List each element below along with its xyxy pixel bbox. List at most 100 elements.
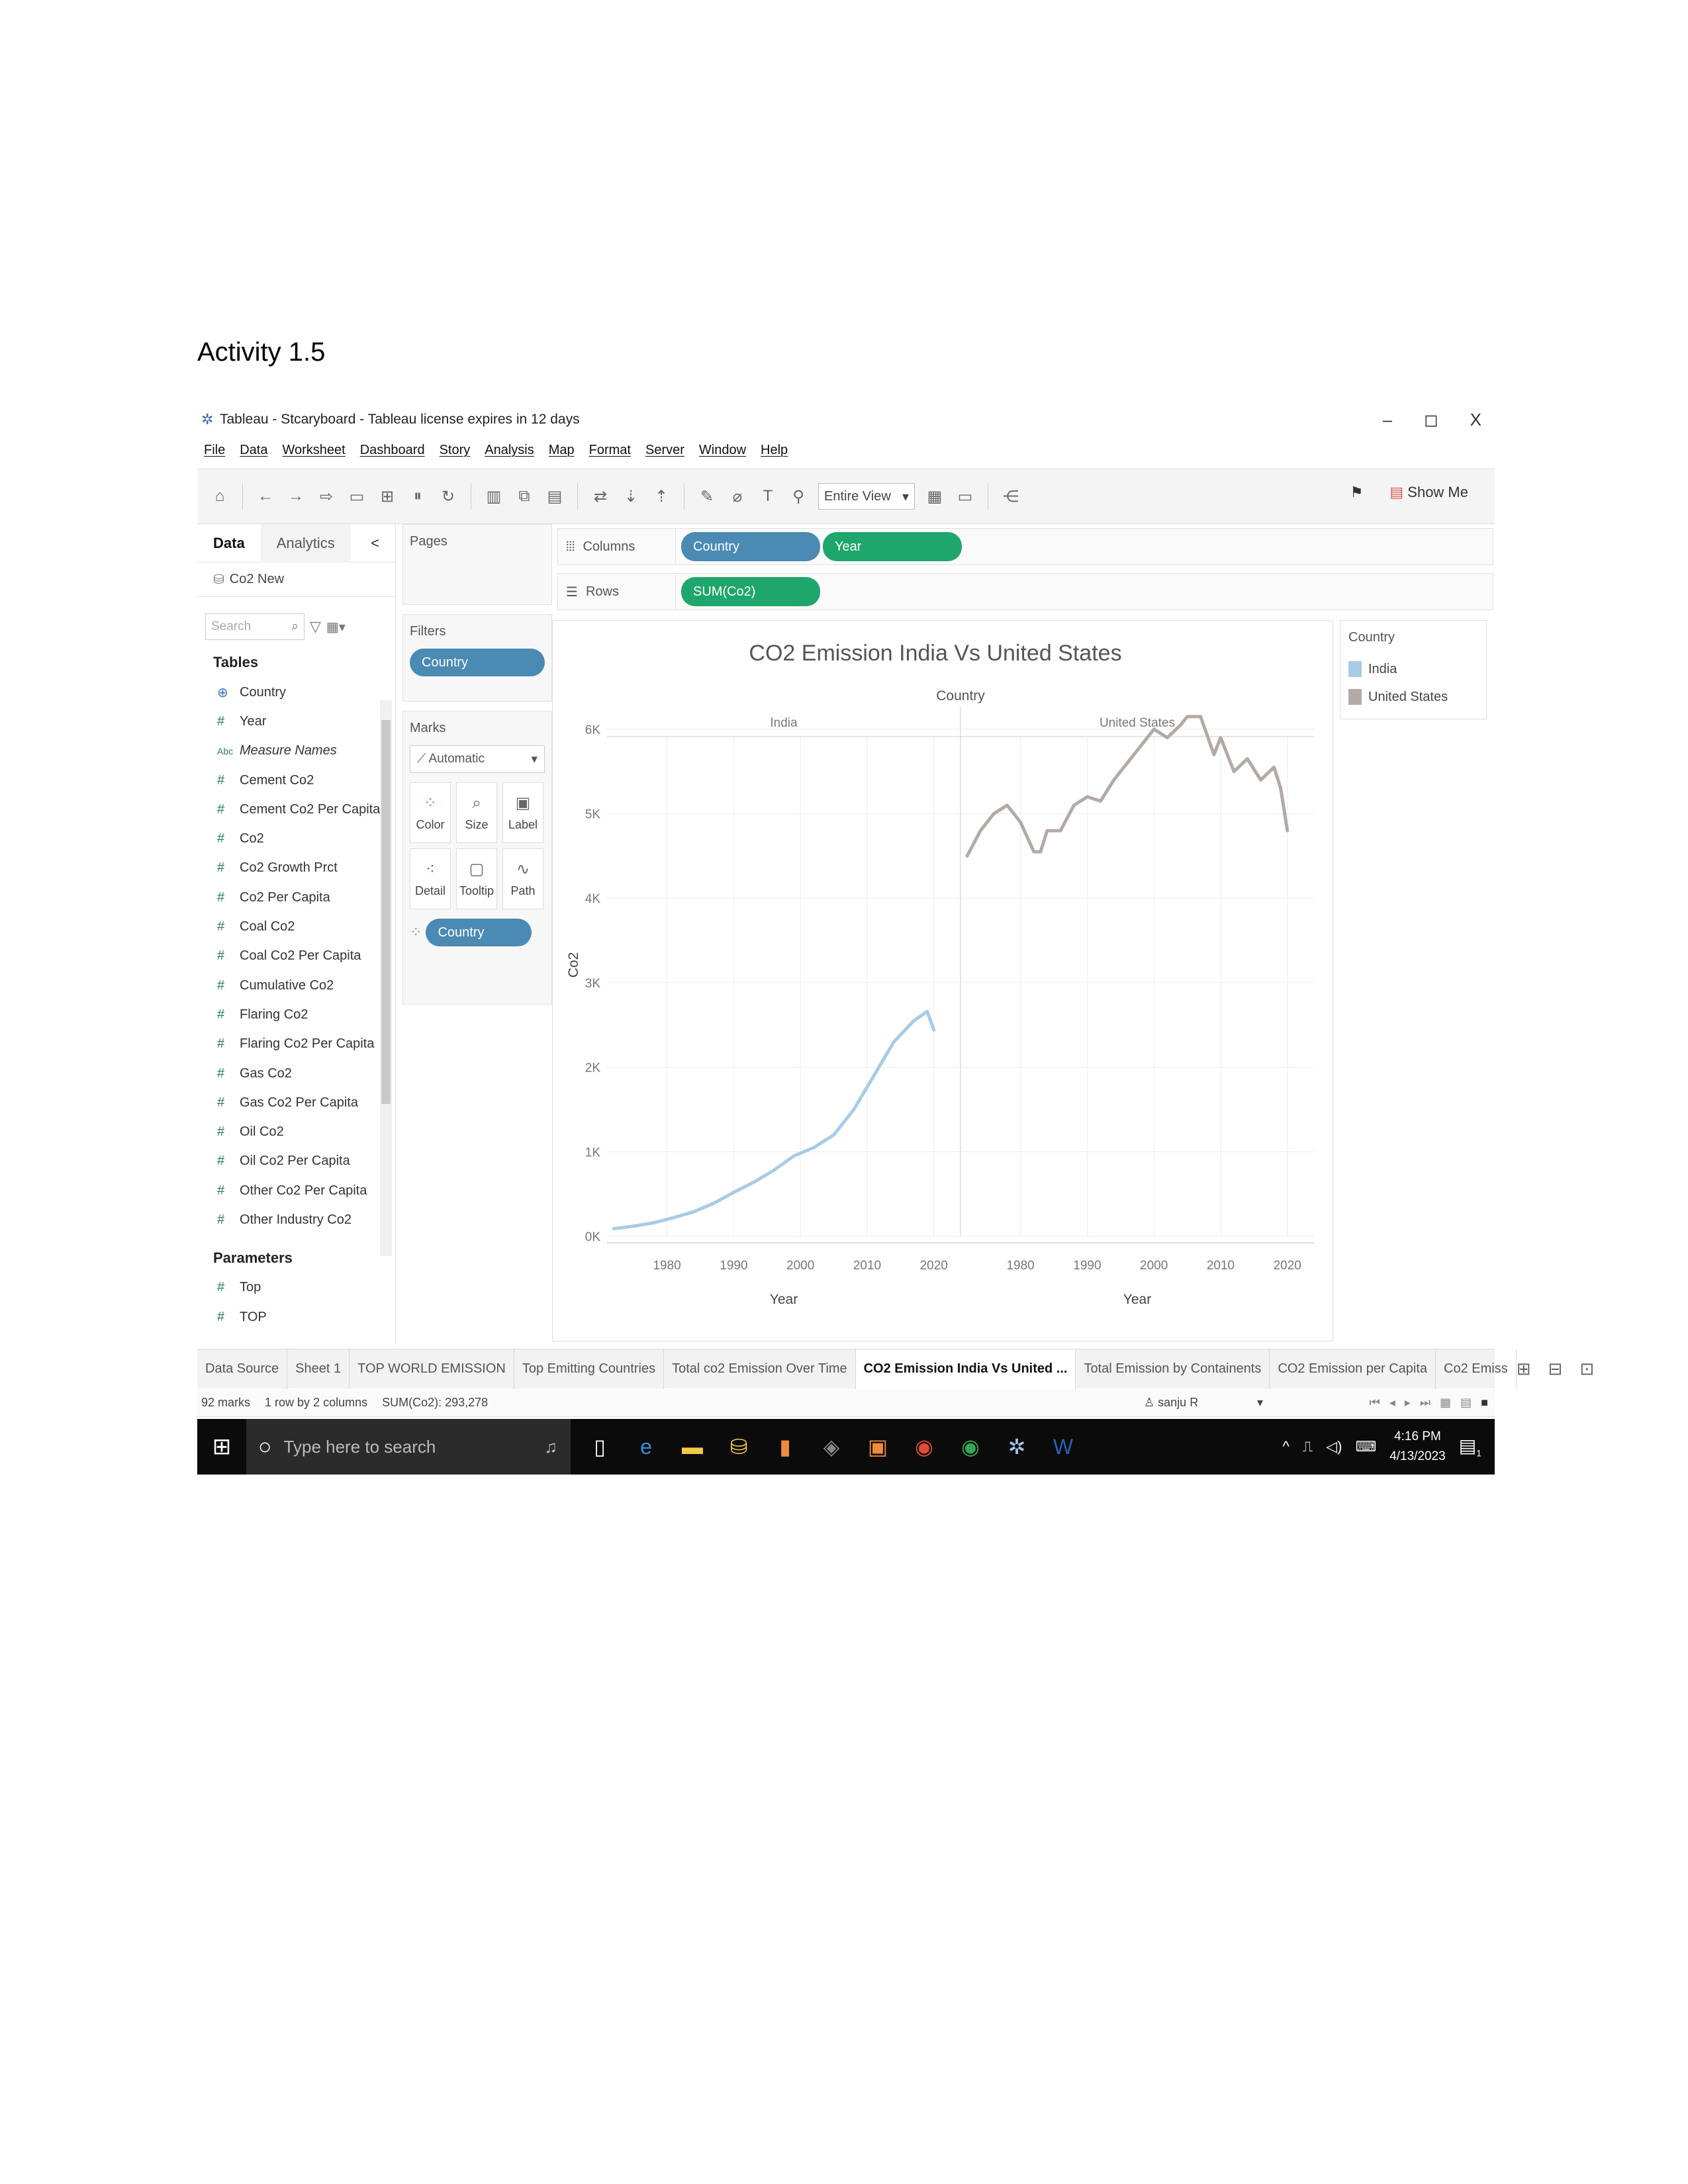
sheet-tab[interactable]: TOP WORLD EMISSION (350, 1349, 514, 1389)
datasource-item[interactable]: ⛁ Co2 New (197, 563, 395, 597)
field-country[interactable]: ⊕ Country (197, 678, 395, 707)
swap-icon[interactable]: ⇄ (590, 484, 611, 508)
media-player-icon[interactable]: ◈ (818, 1432, 845, 1461)
filters-card[interactable]: Filters Country (402, 614, 552, 702)
search-input[interactable]: Search ⌕ (205, 614, 305, 640)
pages-card[interactable]: Pages (402, 524, 552, 605)
legend-item-india[interactable]: India (1340, 655, 1486, 683)
sheet-tab[interactable]: Sheet 1 (287, 1349, 350, 1389)
legend-card[interactable]: Country India United States (1340, 620, 1487, 719)
edge-icon[interactable]: e (633, 1432, 659, 1461)
duplicate-sheet-icon[interactable]: ⧉ (514, 484, 535, 508)
menu-help[interactable]: Help (761, 443, 788, 458)
menu-file[interactable]: File (204, 443, 225, 458)
legend-item-united-states[interactable]: United States (1340, 683, 1486, 711)
rows-shelf[interactable]: ☰ Rows SUM(Co2) (557, 573, 1493, 610)
tray-chevron-icon[interactable]: ^ (1282, 1438, 1289, 1455)
pin-icon[interactable]: ⚲ (788, 484, 809, 508)
prev-sheet-icon[interactable]: ◂ (1389, 1396, 1395, 1410)
field-co2-per-capita[interactable]: # Co2 Per Capita (197, 883, 395, 912)
show-cards-icon[interactable]: ▦ (924, 484, 945, 508)
show-me-button[interactable]: ▤ Show Me (1389, 484, 1468, 501)
menu-analysis[interactable]: Analysis (485, 443, 534, 458)
columns-shelf[interactable]: ⦙⦙⦙ Columns Country Year (557, 528, 1493, 565)
line-chart[interactable]: CO2 Emission India Vs United States Count… (553, 621, 1334, 1342)
marks-pill-country[interactable]: Country (426, 919, 532, 946)
columns-pill-country[interactable]: Country (681, 532, 820, 561)
first-sheet-icon[interactable]: ⏮ (1370, 1396, 1380, 1410)
office-icon[interactable]: ▣ (865, 1432, 891, 1461)
columns-pill-year[interactable]: Year (823, 532, 962, 561)
new-dashboard-icon[interactable]: ⊟ (1548, 1359, 1563, 1379)
color-button[interactable]: ⁘ Color (410, 782, 451, 843)
tableau-taskbar-icon[interactable]: ✲ (1004, 1432, 1030, 1461)
field-coal-co2-per-capita[interactable]: # Coal Co2 Per Capita (197, 942, 395, 971)
file-explorer-icon[interactable]: ▬ (679, 1432, 706, 1461)
sorter-view-icon[interactable]: ▦ (1440, 1396, 1451, 1410)
notifications-icon[interactable]: ▤1 (1459, 1435, 1481, 1459)
clock[interactable]: 4:16 PM 4/13/2023 (1389, 1427, 1446, 1467)
field-cement-co2-per-capita[interactable]: # Cement Co2 Per Capita (197, 795, 395, 824)
sort-ascending-icon[interactable]: ⇣ (620, 484, 641, 508)
tab-analytics[interactable]: Analytics (260, 523, 351, 563)
mark-type-select[interactable]: ⟋ Automatic ▾ (410, 745, 545, 773)
field-oil-co2-per-capita[interactable]: # Oil Co2 Per Capita (197, 1147, 395, 1176)
paint-format-icon[interactable]: ⚑ (1350, 484, 1364, 501)
next-sheet-icon[interactable]: ▸ (1405, 1396, 1411, 1410)
scrollbar-thumb[interactable] (381, 720, 391, 1104)
redo-icon[interactable]: → (285, 484, 306, 508)
new-story-icon[interactable]: ⊡ (1579, 1359, 1594, 1379)
field-list-scrollbar[interactable] (380, 700, 392, 1256)
pause-updates-icon[interactable]: ⏸ (407, 484, 428, 508)
field-other-co2-per-capita[interactable]: # Other Co2 Per Capita (197, 1176, 395, 1205)
field-top[interactable]: # TOP (197, 1302, 395, 1332)
taskbar-search-input[interactable]: ○ Type here to search ♫ (246, 1419, 571, 1475)
clear-sheet-icon[interactable]: ▤ (544, 484, 565, 508)
field-gas-co2[interactable]: # Gas Co2 (197, 1059, 395, 1088)
windows-start-icon[interactable]: ⊞ (197, 1433, 246, 1460)
minimize-button[interactable]: – (1383, 410, 1392, 430)
documents-icon[interactable]: ▮ (772, 1432, 798, 1461)
restore-button[interactable]: ◻ (1424, 410, 1438, 430)
menu-window[interactable]: Window (699, 443, 746, 458)
user-menu[interactable]: ♙ sanju R ▾ (1144, 1396, 1263, 1410)
tooltip-button[interactable]: ▢ Tooltip (456, 848, 497, 909)
labels-icon[interactable]: T (757, 484, 778, 508)
sort-descending-icon[interactable]: ⇡ (651, 484, 672, 508)
volume-icon[interactable]: ◁) (1326, 1438, 1342, 1455)
field-flaring-co2[interactable]: # Flaring Co2 (197, 1000, 395, 1029)
menu-worksheet[interactable]: Worksheet (282, 443, 345, 458)
sheet-tab[interactable]: Co2 Emiss (1436, 1349, 1517, 1389)
tab-data-source[interactable]: Data Source (197, 1349, 288, 1389)
field-cement-co2[interactable]: # Cement Co2 (197, 766, 395, 795)
view-options-icon[interactable]: ▦▾ (326, 619, 346, 635)
field-year[interactable]: # Year (197, 707, 395, 736)
tabs-view-icon[interactable]: ■ (1481, 1396, 1488, 1410)
chrome-icon[interactable]: ◉ (911, 1432, 937, 1461)
field-measure-names[interactable]: Abc Measure Names (197, 737, 395, 766)
new-datasource-icon[interactable]: ⊞ (377, 484, 398, 508)
path-button[interactable]: ∿ Path (502, 848, 543, 909)
filter-icon[interactable]: ▽ (310, 618, 321, 635)
fit-view-select[interactable]: Entire View ▾ (818, 483, 915, 510)
field-coal-co2[interactable]: # Coal Co2 (197, 912, 395, 941)
sheet-tab[interactable]: Total co2 Emission Over Time (664, 1349, 856, 1389)
viz-area[interactable]: CO2 Emission India Vs United States Count… (552, 620, 1333, 1342)
sheet-tab[interactable]: Top Emitting Countries (514, 1349, 665, 1389)
new-worksheet-icon[interactable]: ⊞ (1517, 1359, 1531, 1379)
field-other-industry-co2[interactable]: # Other Industry Co2 (197, 1205, 395, 1234)
menu-story[interactable]: Story (440, 443, 471, 458)
network-icon[interactable]: ⎍ (1303, 1438, 1313, 1455)
field-cumulative-co2[interactable]: # Cumulative Co2 (197, 971, 395, 1000)
presentation-icon[interactable]: ▭ (955, 484, 976, 508)
sheet-tab[interactable]: CO2 Emission per Capita (1270, 1349, 1436, 1389)
undo-icon[interactable]: ← (255, 484, 276, 508)
chrome-profile-icon[interactable]: ◉ (957, 1432, 984, 1461)
sheet-tab[interactable]: CO2 Emission India Vs United ... (855, 1349, 1076, 1389)
menu-dashboard[interactable]: Dashboard (360, 443, 425, 458)
close-button[interactable]: X (1470, 410, 1481, 430)
menu-format[interactable]: Format (589, 443, 631, 458)
size-button[interactable]: ⌕ Size (456, 782, 497, 843)
highlight-icon[interactable]: ✎ (696, 484, 718, 508)
field-flaring-co2-per-capita[interactable]: # Flaring Co2 Per Capita (197, 1030, 395, 1059)
